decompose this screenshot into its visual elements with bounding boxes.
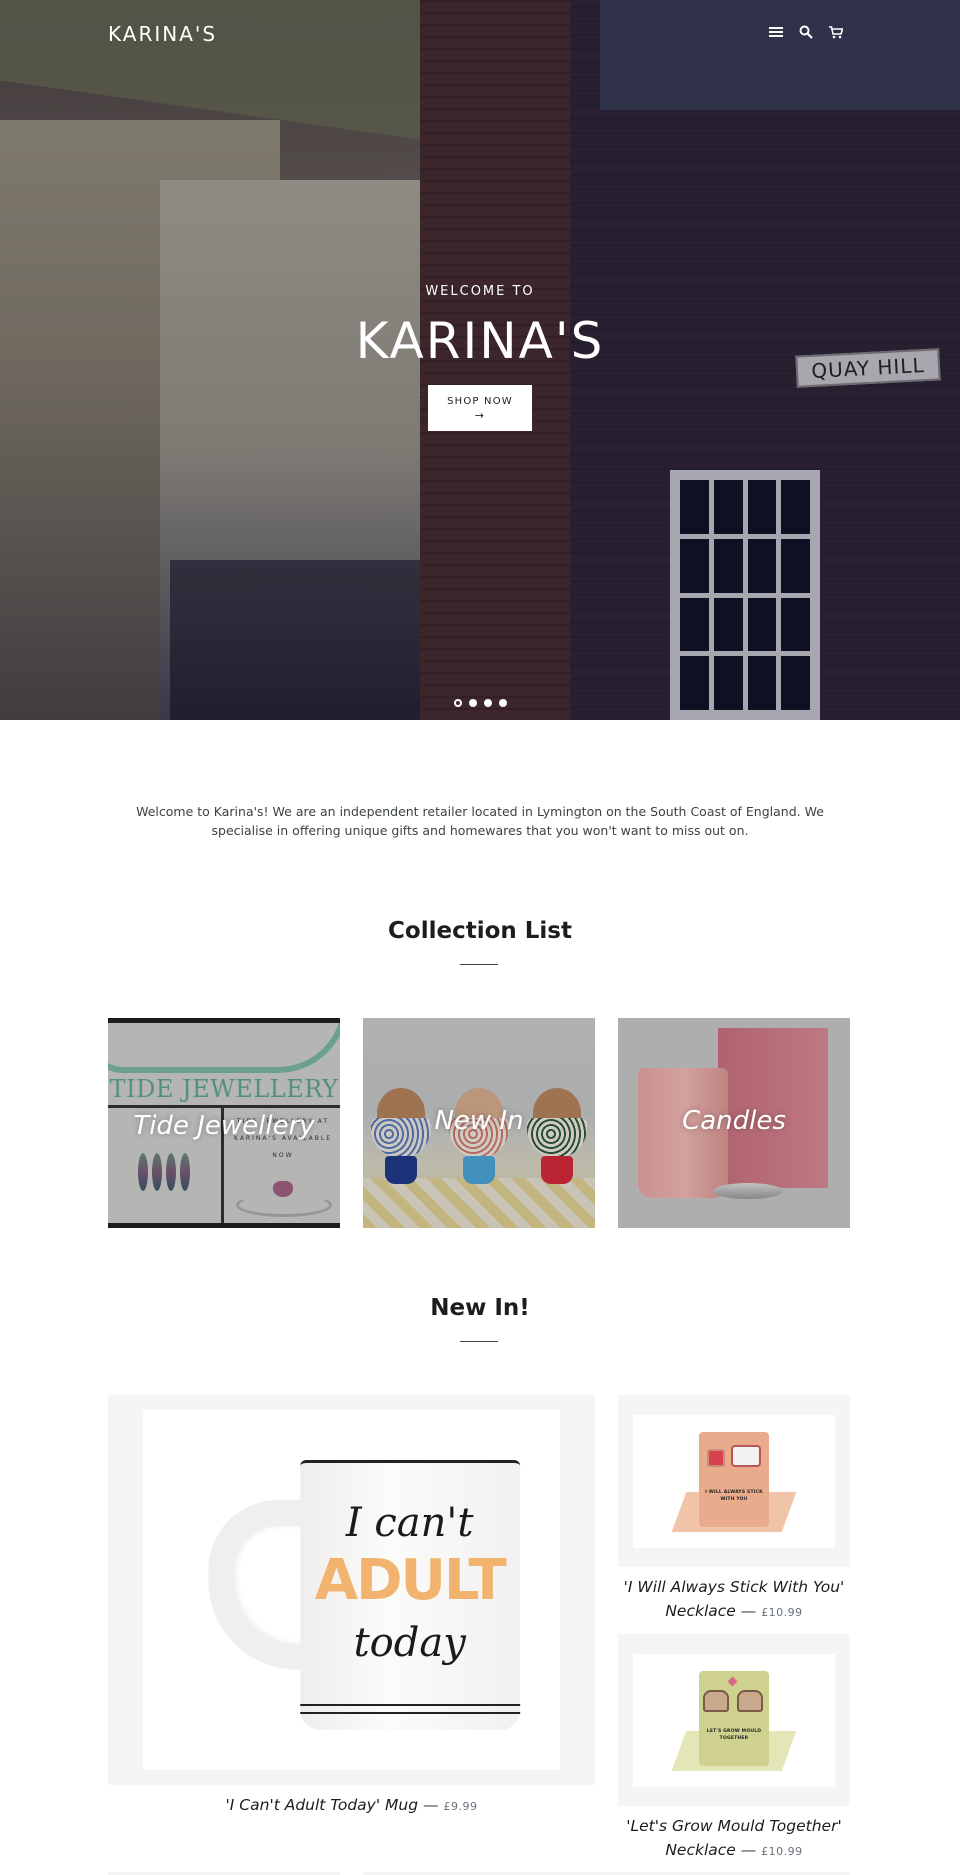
product-price: £10.99 bbox=[761, 1606, 803, 1619]
hero-content: WELCOME TO KARINA'S SHOP NOW → bbox=[0, 284, 960, 431]
collection-list-title: Collection List bbox=[388, 918, 572, 944]
shop-now-label: SHOP NOW bbox=[447, 396, 513, 407]
product-image-frame: I can't ADULT today bbox=[108, 1395, 595, 1785]
collection-tide-jewellery[interactable]: TIDE JEWELLERY TIDE JEWELLERY AT KARINA'… bbox=[108, 1018, 340, 1228]
slideshow-dots bbox=[0, 699, 960, 707]
collection-candles[interactable]: Candles bbox=[618, 1018, 850, 1228]
cart-icon[interactable] bbox=[828, 24, 844, 40]
collection-label: New In bbox=[434, 1106, 524, 1136]
product-price: £9.99 bbox=[443, 1800, 478, 1813]
product-title-line-2: Necklace bbox=[665, 1602, 736, 1620]
product-price: £10.99 bbox=[761, 1845, 803, 1858]
product-image-mug: I can't ADULT today bbox=[200, 1430, 530, 1750]
product-caption: 'Let's Grow Mould Together' Necklace — £… bbox=[618, 1814, 850, 1864]
section-divider bbox=[460, 964, 498, 965]
product-card-grow-mould[interactable]: LET'S GROW MOULD TOGETHER 'Let's Grow Mo… bbox=[618, 1634, 850, 1864]
search-icon[interactable] bbox=[798, 24, 814, 40]
slide-dot-3[interactable] bbox=[483, 699, 492, 707]
separator: — bbox=[740, 1841, 757, 1859]
card-text: I WILL ALWAYS STICK WITH YOU bbox=[705, 1489, 763, 1502]
menu-icon[interactable] bbox=[768, 24, 784, 40]
site-header: KARINA'S bbox=[0, 0, 960, 70]
collection-label: Candles bbox=[682, 1106, 786, 1136]
product-title: 'I Will Always Stick With You' bbox=[623, 1578, 845, 1596]
hero-kicker: WELCOME TO bbox=[425, 284, 535, 299]
product-image-card: I WILL ALWAYS STICK WITH YOU bbox=[671, 1427, 797, 1537]
site-logo[interactable]: KARINA'S bbox=[108, 22, 217, 46]
intro-text: Welcome to Karina's! We are an independe… bbox=[136, 804, 824, 838]
separator: — bbox=[423, 1796, 439, 1814]
shop-now-button[interactable]: SHOP NOW → bbox=[428, 385, 532, 431]
collection-label: Tide Jewellery bbox=[133, 1111, 315, 1141]
mug-text-line-1: I can't bbox=[345, 1500, 474, 1546]
product-card-mug[interactable]: I can't ADULT today 'I Can't Adult Today… bbox=[108, 1395, 596, 1815]
slide-dot-2[interactable] bbox=[468, 699, 477, 707]
arrow-right-icon: → bbox=[474, 409, 486, 422]
collection-new-in[interactable]: New In bbox=[363, 1018, 595, 1228]
product-image: I can't ADULT today bbox=[143, 1410, 560, 1770]
product-title: 'Let's Grow Mould Together' bbox=[626, 1817, 842, 1835]
new-in-title: New In! bbox=[430, 1295, 530, 1321]
card-text: LET'S GROW MOULD TOGETHER bbox=[706, 1728, 762, 1741]
product-title: 'I Can't Adult Today' Mug bbox=[225, 1796, 419, 1814]
slide-dot-4[interactable] bbox=[498, 699, 507, 707]
mug-text-line-2: ADULT bbox=[314, 1548, 507, 1613]
hero-title: KARINA'S bbox=[355, 312, 605, 370]
product-image-frame: I WILL ALWAYS STICK WITH YOU bbox=[618, 1395, 850, 1567]
separator: — bbox=[740, 1602, 757, 1620]
product-image-frame: LET'S GROW MOULD TOGETHER bbox=[618, 1634, 850, 1806]
product-image: I WILL ALWAYS STICK WITH YOU bbox=[633, 1415, 835, 1548]
mug-text-line-3: today bbox=[353, 1620, 466, 1666]
product-caption: 'I Can't Adult Today' Mug — £9.99 bbox=[108, 1793, 595, 1819]
product-title-line-2: Necklace bbox=[665, 1841, 736, 1859]
product-caption: 'I Will Always Stick With You' Necklace … bbox=[618, 1575, 850, 1625]
header-icons bbox=[768, 24, 844, 40]
section-divider bbox=[460, 1341, 498, 1342]
product-card-stick-with-you[interactable]: I WILL ALWAYS STICK WITH YOU 'I Will Alw… bbox=[618, 1395, 850, 1625]
product-image-card: LET'S GROW MOULD TOGETHER bbox=[671, 1666, 797, 1776]
slide-dot-1[interactable] bbox=[453, 699, 462, 707]
hero-slideshow: QUAY HILL KARINA'S WELCOME TO KARINA'S S… bbox=[0, 0, 960, 720]
product-image: LET'S GROW MOULD TOGETHER bbox=[633, 1654, 835, 1787]
